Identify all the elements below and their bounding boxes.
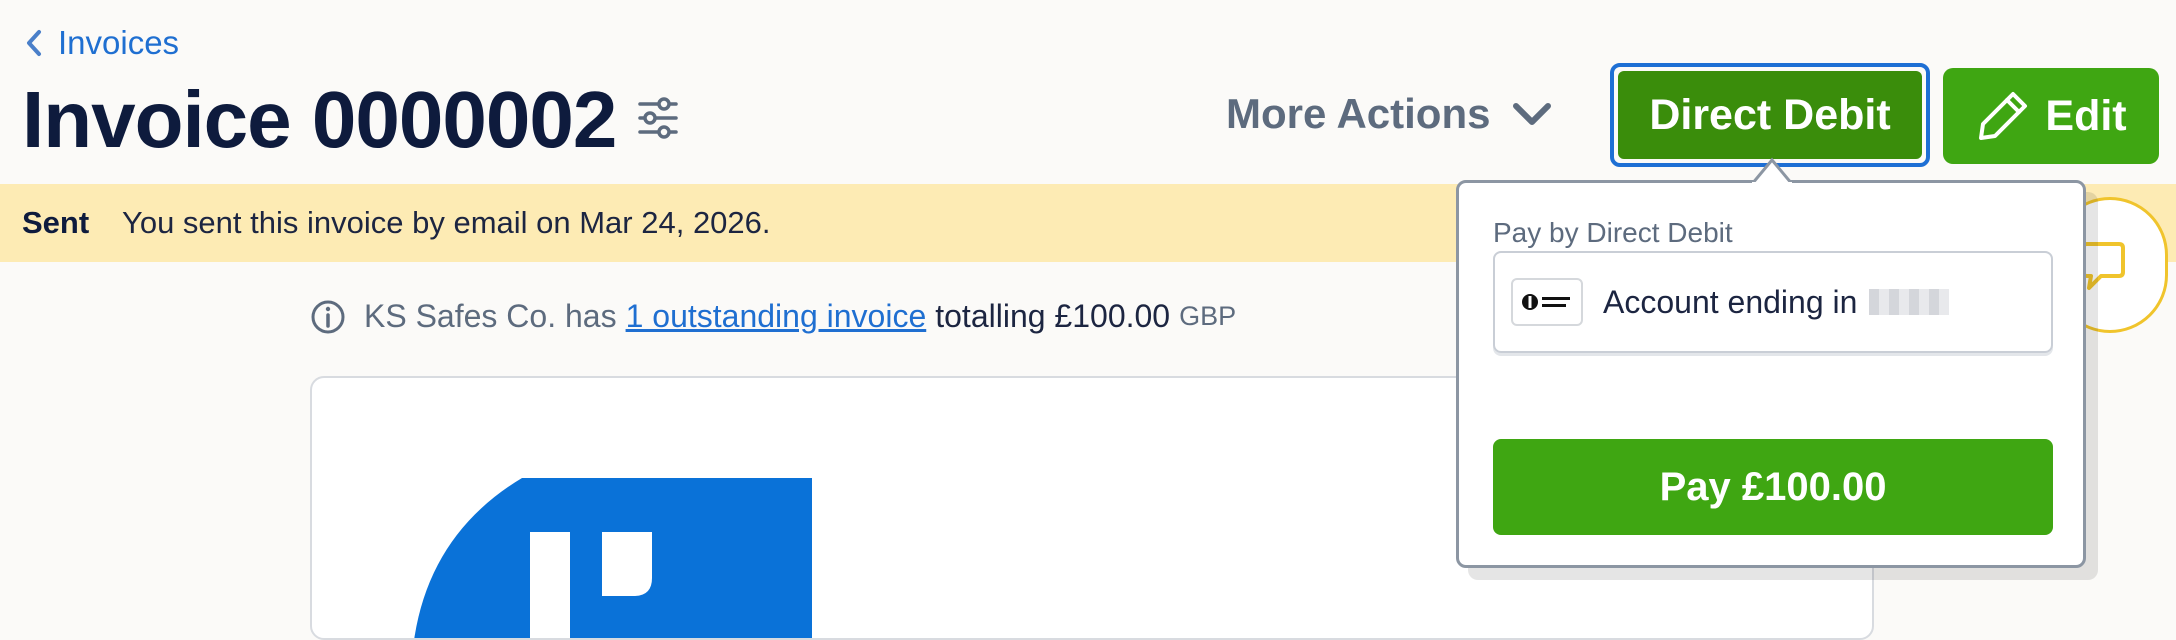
edit-button-label: Edit: [2045, 91, 2127, 140]
status-message: You sent this invoice by email on Mar 24…: [122, 205, 771, 240]
outstanding-invoice-notice: KS Safes Co. has 1 outstanding invoice t…: [310, 298, 1236, 335]
direct-debit-logo: [1511, 278, 1583, 326]
back-to-invoices-link[interactable]: Invoices: [24, 24, 179, 62]
account-label: Account ending in: [1603, 283, 1858, 320]
chevron-left-icon: [27, 30, 41, 56]
direct-debit-mark-icon: [1522, 294, 1570, 310]
notice-prefix: KS Safes Co. has: [364, 298, 617, 334]
notice-currency: GBP: [1179, 301, 1237, 331]
info-circle-icon: [311, 300, 345, 333]
chevron-down-icon: [1513, 103, 1552, 125]
outstanding-invoice-link[interactable]: 1 outstanding invoice: [626, 298, 927, 335]
pay-button[interactable]: Pay £100.00: [1493, 439, 2053, 535]
back-link-label: Invoices: [58, 24, 180, 61]
page-title: Invoice 0000002: [22, 75, 617, 164]
more-actions-label: More Actions: [1226, 90, 1491, 137]
pencil-icon: [1979, 92, 2028, 140]
sliders-icon[interactable]: [636, 96, 680, 140]
more-actions-dropdown[interactable]: More Actions: [1226, 90, 1552, 138]
masked-account-number: [1869, 289, 1950, 315]
company-logo: [414, 478, 812, 638]
edit-button[interactable]: Edit: [1943, 68, 2159, 164]
direct-debit-popover: Pay by Direct Debit Account ending in Pa…: [1456, 180, 2086, 568]
popover-arrow: [1752, 157, 1792, 192]
popover-title: Pay by Direct Debit: [1493, 217, 1733, 248]
direct-debit-button-label: Direct Debit: [1618, 71, 1922, 159]
bank-account-option[interactable]: Account ending in: [1493, 251, 2053, 353]
status-badge: Sent: [22, 205, 90, 240]
notice-total: totalling £100.00: [935, 298, 1171, 334]
